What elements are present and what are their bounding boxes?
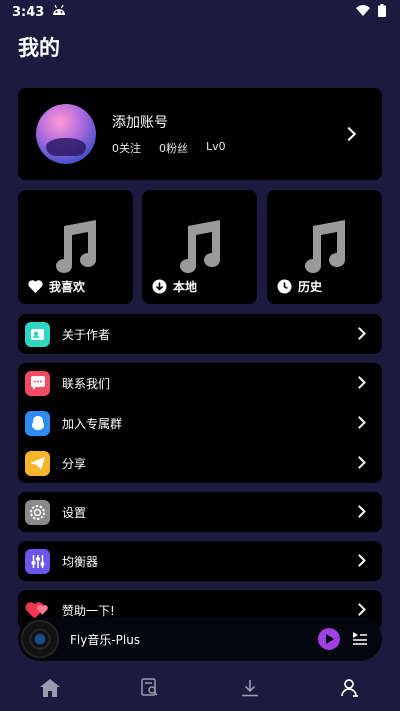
chevron-right-icon: [341, 126, 357, 142]
now-playing-title: Fly音乐-Plus: [70, 632, 141, 647]
menu-label-share: 分享: [62, 456, 87, 471]
menu-label-settings: 设置: [62, 505, 87, 520]
chevron-right-icon: [353, 505, 366, 518]
menu-label-group: 加入专属群: [62, 416, 123, 431]
page-title: 我的: [18, 36, 60, 60]
nav-download[interactable]: [230, 668, 270, 708]
tile-label-local: 本地: [173, 280, 198, 294]
play-icon: [326, 634, 334, 644]
avatar[interactable]: [36, 104, 96, 164]
android-icon: [52, 4, 66, 20]
send-icon: [25, 450, 50, 476]
queue-icon: [353, 632, 367, 645]
menu-item-contact[interactable]: 联系我们: [18, 363, 382, 403]
home-icon: [40, 678, 60, 697]
menu-item-equalizer[interactable]: 均衡器: [18, 541, 382, 581]
menu-group-settings: 设置: [18, 492, 382, 532]
qq-icon: [25, 410, 50, 436]
nav-home[interactable]: [30, 668, 70, 708]
chevron-right-icon: [353, 416, 366, 429]
tile-favorites[interactable]: 我喜欢: [18, 190, 133, 304]
playlist-queue-button[interactable]: [352, 630, 368, 650]
fans-count: 0粉丝: [159, 142, 188, 155]
battery-icon: [378, 3, 386, 21]
chat-icon: [25, 370, 50, 396]
nav-profile[interactable]: [330, 668, 370, 708]
download-icon: [151, 279, 167, 295]
music-note-icon: [48, 220, 100, 278]
gear-icon: [25, 499, 50, 525]
tile-label-history: 历史: [298, 280, 323, 294]
tile-local[interactable]: 本地: [142, 190, 257, 304]
mini-player[interactable]: Fly音乐-Plus: [18, 617, 382, 661]
play-button[interactable]: [318, 628, 340, 650]
menu-item-settings[interactable]: 设置: [18, 492, 382, 532]
menu-label-equalizer: 均衡器: [62, 554, 99, 569]
menu-label-donate: 赞助一下!: [62, 603, 115, 618]
menu-label-contact: 联系我们: [62, 376, 111, 391]
wifi-icon: [356, 4, 370, 20]
nav-search[interactable]: [130, 668, 170, 708]
heart-icon: [27, 279, 43, 295]
music-note-icon: [172, 220, 224, 278]
menu-item-share[interactable]: 分享: [18, 443, 382, 483]
tile-label-favorites: 我喜欢: [49, 280, 86, 294]
menu-item-about[interactable]: 关于作者: [18, 314, 382, 354]
download-icon: [242, 679, 258, 696]
person-card-icon: [25, 321, 50, 347]
account-name: 添加账号: [112, 115, 168, 131]
chevron-right-icon: [353, 603, 366, 616]
menu-group-social: 联系我们 加入专属群 分享: [18, 363, 382, 483]
menu-item-group[interactable]: 加入专属群: [18, 403, 382, 443]
chevron-right-icon: [353, 456, 366, 469]
profile-card[interactable]: 添加账号 0关注 0粉丝 Lv0: [18, 88, 382, 180]
menu-group-equalizer: 均衡器: [18, 541, 382, 581]
following-count: 0关注: [112, 142, 141, 155]
music-note-icon: [297, 220, 349, 278]
album-disc[interactable]: [20, 619, 60, 659]
status-bar: 3:43: [0, 0, 400, 24]
status-time: 3:43: [12, 4, 45, 20]
tile-history[interactable]: 历史: [267, 190, 382, 304]
chevron-right-icon: [353, 554, 366, 567]
menu-label-about: 关于作者: [62, 327, 111, 342]
chevron-right-icon: [353, 376, 366, 389]
profile-icon: [341, 678, 358, 697]
chevron-right-icon: [353, 327, 366, 340]
search-list-icon: [141, 678, 158, 696]
level-badge: Lv0: [206, 140, 226, 153]
clock-icon: [276, 279, 292, 295]
equalizer-icon: [25, 548, 50, 574]
menu-group-about: 关于作者: [18, 314, 382, 354]
bottom-nav: [0, 664, 400, 711]
